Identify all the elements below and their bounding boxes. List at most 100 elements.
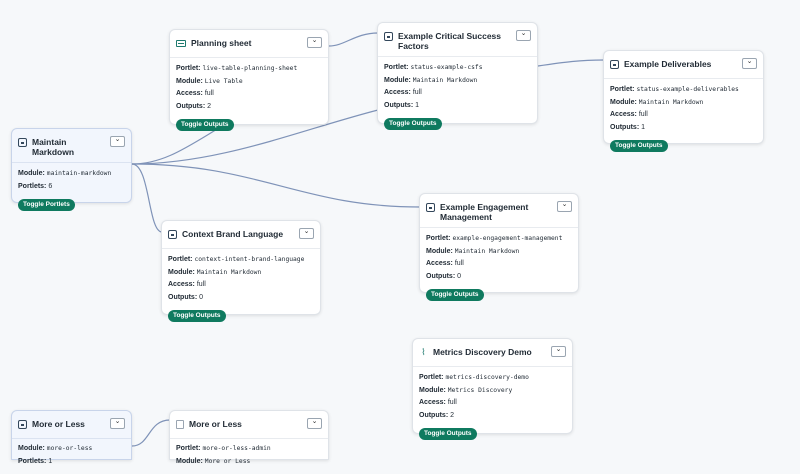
access-label: Access:: [419, 399, 446, 406]
access-value: full: [454, 260, 464, 267]
document-icon: [18, 138, 27, 147]
table-icon: [176, 40, 186, 47]
edge-moreless-to-portlet: [131, 419, 171, 447]
node-header: More or Less ⌄: [12, 411, 131, 439]
node-header: Example Deliverables ⌄: [604, 51, 763, 79]
portlet-node-more-or-less[interactable]: More or Less ⌄ Portlet: more-or-less-adm…: [169, 410, 329, 465]
document-icon: [18, 420, 27, 429]
access-value: full: [196, 281, 206, 288]
module-label: Module:: [18, 170, 45, 177]
portlet-node-context-brand-language[interactable]: Context Brand Language ⌄ Portlet: contex…: [161, 220, 321, 322]
node-header: Planning sheet ⌄: [170, 30, 328, 58]
node-title: Planning sheet: [191, 38, 252, 48]
module-label: Module:: [176, 77, 203, 85]
toggle-outputs-button[interactable]: Toggle Outputs: [176, 119, 234, 131]
outputs-label: Outputs:: [176, 102, 206, 110]
portlet-value: live-table-planning-sheet: [202, 65, 298, 72]
portlet-node-planning-sheet[interactable]: Planning sheet ⌄ Portlet: live-table-pla…: [169, 29, 329, 131]
node-menu-button[interactable]: ⌄: [110, 136, 125, 147]
module-value: Live Table: [204, 77, 243, 85]
portlet-node-metrics-discovery[interactable]: ⌇ Metrics Discovery Demo ⌄ Portlet: metr…: [412, 338, 573, 440]
module-label: Module:: [426, 247, 453, 255]
outputs-label: Outputs:: [419, 411, 449, 419]
module-value: More or Less: [204, 457, 251, 465]
module-node-more-or-less[interactable]: More or Less ⌄ Module: more-or-less Port…: [11, 410, 132, 465]
node-header: Example Critical Success Factors ⌄: [378, 23, 537, 57]
chart-icon: ⌇: [421, 347, 426, 357]
portlet-value: context-intent-brand-language: [194, 256, 305, 263]
node-title: More or Less: [189, 419, 242, 429]
edge-csf-to-deliverables: [537, 59, 605, 67]
module-node-maintain-markdown[interactable]: Maintain Markdown ⌄ Module: maintain-mar…: [11, 128, 132, 211]
portlet-value: status-example-csfs: [410, 64, 483, 71]
node-header: Example Engagement Management ⌄: [420, 194, 578, 228]
flow-canvas[interactable]: Maintain Markdown ⌄ Module: maintain-mar…: [0, 0, 800, 465]
outputs-label: Outputs:: [610, 123, 640, 131]
node-title: Maintain Markdown: [32, 137, 75, 157]
portlet-value: example-engagement-management: [452, 235, 563, 242]
outputs-count: 2: [450, 411, 455, 419]
node-menu-button[interactable]: ⌄: [742, 58, 757, 69]
node-header: Maintain Markdown ⌄: [12, 129, 131, 163]
node-menu-button[interactable]: ⌄: [557, 201, 572, 212]
toggle-outputs-button[interactable]: Toggle Outputs: [419, 428, 477, 440]
page-icon: [176, 420, 184, 429]
outputs-label: Outputs:: [168, 293, 198, 301]
portlet-value: metrics-discovery-demo: [445, 374, 529, 381]
outputs-count: 1: [415, 101, 420, 109]
portlets-label: Portlets:: [18, 457, 47, 465]
node-header: Context Brand Language ⌄: [162, 221, 320, 249]
access-label: Access:: [168, 281, 195, 288]
portlets-label: Portlets:: [18, 182, 47, 190]
outputs-count: 1: [641, 123, 646, 131]
portlet-node-engagement-management[interactable]: Example Engagement Management ⌄ Portlet:…: [419, 193, 579, 301]
node-header: ⌇ Metrics Discovery Demo ⌄: [413, 339, 572, 367]
outputs-label: Outputs:: [384, 101, 414, 109]
outputs-count: 0: [457, 272, 462, 280]
module-label: Module:: [168, 268, 195, 276]
node-menu-button[interactable]: ⌄: [110, 418, 125, 429]
module-label: Module:: [18, 445, 45, 452]
edge-maintain-to-context: [131, 163, 163, 233]
toggle-outputs-button[interactable]: Toggle Outputs: [426, 289, 484, 301]
node-menu-button[interactable]: ⌄: [299, 228, 314, 239]
node-menu-button[interactable]: ⌄: [307, 418, 322, 429]
toggle-outputs-button[interactable]: Toggle Outputs: [384, 118, 442, 130]
node-title: Example Engagement Management: [440, 202, 529, 222]
document-icon: [610, 60, 619, 69]
document-icon: [426, 203, 435, 212]
node-menu-button[interactable]: ⌄: [516, 30, 531, 41]
access-label: Access:: [426, 260, 453, 267]
node-menu-button[interactable]: ⌄: [551, 346, 566, 357]
portlet-label: Portlet:: [426, 235, 451, 242]
toggle-outputs-button[interactable]: Toggle Outputs: [168, 310, 226, 322]
portlets-count: 1: [48, 457, 53, 465]
module-label: Module:: [384, 76, 411, 84]
portlet-label: Portlet:: [176, 65, 201, 72]
portlet-node-critical-success-factors[interactable]: Example Critical Success Factors ⌄ Portl…: [377, 22, 538, 130]
portlet-label: Portlet:: [610, 86, 635, 93]
outputs-label: Outputs:: [426, 272, 456, 280]
module-value: Maintain Markdown: [412, 76, 478, 84]
module-label: Module:: [419, 386, 446, 394]
edge-planning-to-csf: [328, 32, 379, 47]
portlet-label: Portlet:: [176, 445, 201, 452]
module-value: Maintain Markdown: [638, 98, 704, 106]
module-value: more-or-less: [46, 445, 93, 452]
access-label: Access:: [176, 90, 203, 97]
portlet-label: Portlet:: [168, 256, 193, 263]
portlet-value: more-or-less-admin: [202, 445, 271, 452]
portlet-label: Portlet:: [419, 374, 444, 381]
node-header: More or Less ⌄: [170, 411, 328, 439]
access-value: full: [638, 111, 648, 118]
access-value: full: [204, 90, 214, 97]
access-value: full: [447, 399, 457, 406]
toggle-portlets-button[interactable]: Toggle Portlets: [18, 199, 75, 211]
node-title: Metrics Discovery Demo: [433, 347, 532, 357]
node-menu-button[interactable]: ⌄: [307, 37, 322, 48]
access-value: full: [412, 89, 422, 96]
portlet-node-example-deliverables[interactable]: Example Deliverables ⌄ Portlet: status-e…: [603, 50, 764, 152]
toggle-outputs-button[interactable]: Toggle Outputs: [610, 140, 668, 152]
node-title: More or Less: [32, 419, 85, 429]
outputs-count: 2: [207, 102, 212, 110]
